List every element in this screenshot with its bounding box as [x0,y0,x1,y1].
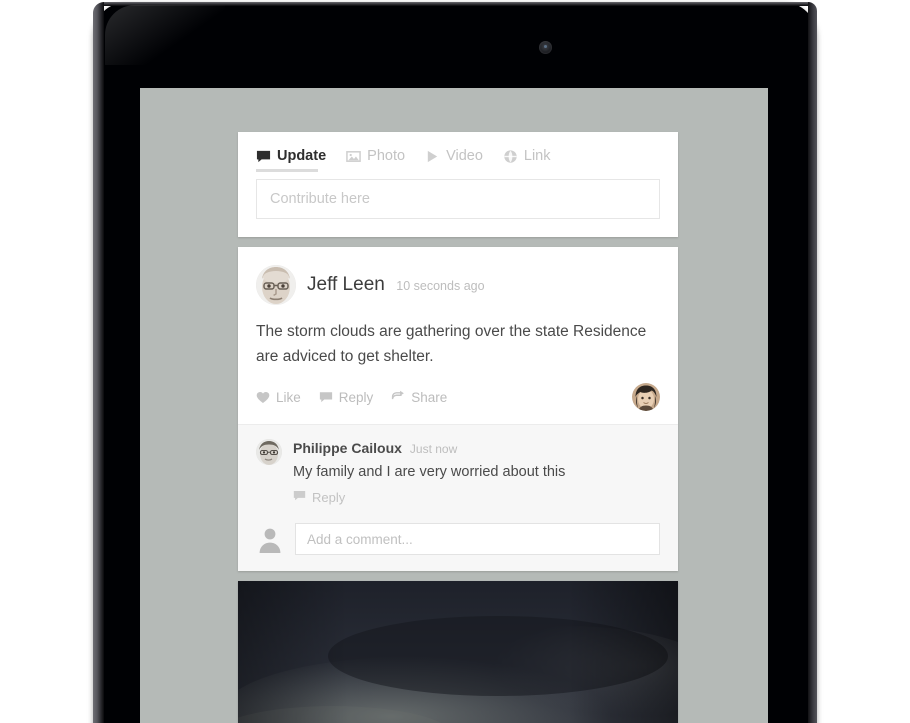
comment-author[interactable]: Philippe Cailoux [293,440,402,456]
tab-photo-label: Photo [367,148,406,164]
camera-icon [539,41,552,54]
tab-link-label: Link [523,148,551,164]
comment-reply-button[interactable]: Reply [293,489,345,505]
share-label: Share [411,389,448,405]
avatar[interactable] [632,383,660,412]
screenshot-stage: Update Photo Video Link Contribute here … [0,0,910,723]
tab-update-label: Update [277,148,327,164]
avatar[interactable] [256,265,296,305]
speech-bubble-icon [319,390,333,404]
like-label: Like [276,389,301,405]
comment-reply-label: Reply [312,489,346,505]
bezel-gloss [105,5,225,65]
composer-card: Update Photo Video Link Contribute here [238,132,678,237]
tab-video-label: Video [446,148,483,164]
device-edge-top [104,2,808,6]
add-comment-input[interactable]: Add a comment... [295,523,660,556]
share-arrow-icon [391,390,405,404]
globe-icon [503,149,518,164]
play-triangle-icon [425,149,440,164]
add-comment-row: Add a comment... [256,517,660,571]
post-actions: Like Reply Share [238,369,678,424]
speech-bubble-icon [293,489,306,505]
comment-timestamp: Just now [409,442,458,457]
reply-button[interactable]: Reply [319,389,374,405]
post-author[interactable]: Jeff Leen [307,274,385,295]
post-card: Jeff Leen 10 seconds ago The storm cloud… [238,247,678,572]
contribute-input-placeholder: Contribute here [270,191,370,207]
tab-link[interactable]: Link [503,148,551,172]
comments-section: Philippe Cailoux Just now My family and … [238,424,678,572]
reply-label: Reply [338,389,374,405]
active-tab-underline [256,169,318,172]
add-comment-placeholder: Add a comment... [307,531,413,547]
composer-tabs: Update Photo Video Link [256,148,660,172]
comment-content: Philippe Cailoux Just now My family and … [293,439,565,507]
heart-icon [256,390,270,404]
photo-post-card[interactable] [238,581,678,723]
like-button[interactable]: Like [256,390,301,405]
post-body: The storm clouds are gathering over the … [256,323,647,366]
avatar[interactable] [256,439,282,466]
post-timestamp: 10 seconds ago [396,279,485,293]
comment-header: Philippe Cailoux Just now [293,440,565,456]
liker-avatars [632,383,660,412]
image-icon [346,149,361,164]
comment-text: My family and I are very worried about t… [293,464,566,481]
composer: Update Photo Video Link Contribute here [238,132,678,237]
storm-photo [238,581,678,723]
tab-photo[interactable]: Photo [346,148,405,172]
tablet-screen: Update Photo Video Link Contribute here … [140,88,768,723]
tab-video[interactable]: Video [425,148,483,172]
device-edge-left [93,2,104,723]
post-header: Jeff Leen 10 seconds ago [256,265,660,305]
speech-bubble-icon [256,149,271,164]
share-button[interactable]: Share [391,390,447,405]
post-author-line: Jeff Leen 10 seconds ago [307,274,485,296]
tablet-device: Update Photo Video Link Contribute here … [93,2,817,723]
user-silhouette-avatar [256,525,284,554]
post-main: Jeff Leen 10 seconds ago The storm cloud… [238,247,678,369]
contribute-input[interactable]: Contribute here [256,179,660,219]
list-item: Philippe Cailoux Just now My family and … [256,439,660,517]
device-edge-right [808,2,817,723]
camera-lens-dot [544,45,547,48]
feed: Update Photo Video Link Contribute here … [238,132,678,723]
